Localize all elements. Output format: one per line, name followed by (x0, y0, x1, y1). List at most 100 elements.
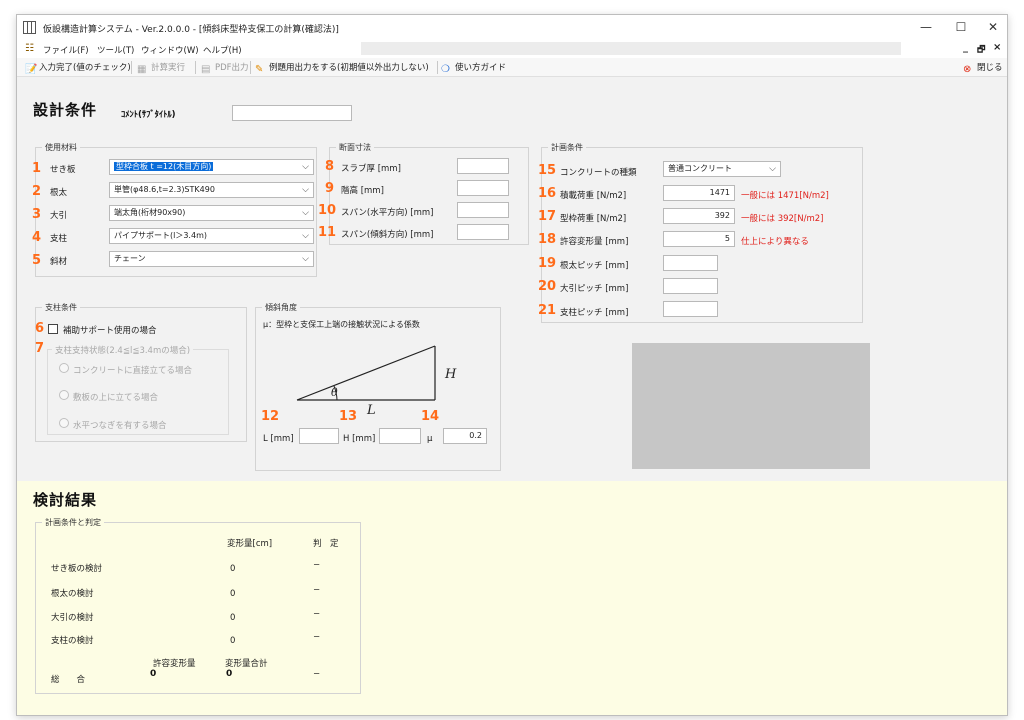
radio-horizontal-tie[interactable] (59, 418, 69, 428)
slope-title: 傾斜角度 (262, 302, 300, 313)
result-row-label: 支柱の検討 (51, 636, 94, 646)
close-window-button[interactable]: ✕ (973, 15, 1007, 40)
span-horizontal-input[interactable] (457, 202, 509, 218)
aux-support-checkbox[interactable] (48, 324, 58, 334)
plan-label: 型枠荷重 [N/m2] (560, 214, 627, 224)
pdf-output-button[interactable]: ▤ PDF出力 (201, 61, 249, 75)
chevron-down-icon: ⌵ (302, 208, 309, 218)
mdi-minimize-button[interactable]: _ (963, 42, 968, 53)
radio-on-plate[interactable] (59, 390, 69, 400)
l-mm-label: L [mm] (263, 434, 294, 444)
pencil-icon: ✎ (255, 64, 264, 75)
marker-15: 15 (538, 163, 557, 178)
floor-height-input[interactable] (457, 180, 509, 196)
menu-help[interactable]: ヘルプ(H) (203, 44, 242, 56)
plan-label: 根太ピッチ [mm] (560, 261, 629, 271)
support-select[interactable]: パイプサポート(l＞3.4m) ⌵ (109, 228, 314, 244)
marker-5: 5 (32, 253, 42, 268)
select-value: 単管(φ48.6,t=2.3)STK490 (114, 185, 215, 194)
marker-14: 14 (421, 409, 440, 424)
materials-title: 使用材料 (42, 142, 80, 153)
close-form-label: 閉じる (977, 63, 1003, 73)
section-label: 階高 [mm] (341, 186, 384, 196)
joist-pitch-input[interactable] (663, 255, 718, 271)
allow-deform-value: 0 (150, 669, 157, 679)
shuttering-board-select[interactable]: 型枠合板 t =12(木目方向) ⌵ (109, 159, 314, 175)
radio-concrete-direct[interactable] (59, 363, 69, 373)
input-done-button[interactable]: 📝 入力完了(値のチェック) (25, 61, 131, 75)
mdi-close-button[interactable]: × (993, 42, 1001, 53)
toolbar-separator (195, 61, 196, 74)
concrete-type-select[interactable]: 普通コンクリート ⌵ (663, 161, 781, 177)
toolbar-separator (437, 61, 438, 74)
title-bar: 仮設構造計算システム - Ver.2.0.0.0 - [傾斜床型枠支保工の計算(… (17, 15, 1007, 40)
section-label: スパン(水平方向) [mm] (341, 208, 434, 218)
marker-7: 7 (35, 341, 45, 356)
result-row-label: せき板の検討 (51, 564, 103, 574)
comment-input[interactable] (232, 105, 352, 121)
help-icon: ❍ (441, 64, 450, 75)
minimize-button[interactable]: — (906, 15, 946, 40)
result-row-judge: − (313, 632, 321, 642)
joist-select[interactable]: 単管(φ48.6,t=2.3)STK490 ⌵ (109, 182, 314, 198)
beam-pitch-input[interactable] (663, 278, 718, 294)
live-load-input[interactable]: 1471 (663, 185, 735, 201)
guide-label: 使い方ガイド (455, 63, 507, 73)
height-input[interactable] (379, 428, 421, 444)
mu-label: μ (427, 434, 433, 444)
result-row-value: 0 (230, 564, 236, 574)
slab-thickness-input[interactable] (457, 158, 509, 174)
close-circle-icon: ⊗ (963, 64, 972, 75)
beam-select[interactable]: 端太角(桁材90x90) ⌵ (109, 205, 314, 221)
mdi-child-icon[interactable]: ☷ (25, 43, 34, 54)
menu-file[interactable]: ファイル(F) (43, 44, 89, 56)
allowable-deform-note: 仕上により異なる (741, 237, 809, 247)
pdf-icon: ▤ (201, 64, 211, 75)
menu-tools[interactable]: ツール(T) (97, 44, 134, 56)
toolbar-separator (250, 61, 251, 74)
chevron-down-icon: ⌵ (302, 162, 309, 172)
live-load-note: 一般には 1471[N/m2] (741, 191, 829, 201)
calc-run-label: 計算実行 (151, 63, 186, 73)
marker-11: 11 (318, 225, 337, 240)
aux-support-label: 補助サポート使用の場合 (63, 326, 157, 336)
material-label: 根太 (50, 188, 68, 198)
allow-deform-label: 許容変形量 (153, 659, 196, 669)
length-input[interactable] (299, 428, 339, 444)
brace-select[interactable]: チェーン ⌵ (109, 251, 314, 267)
result-row-value: 0 (230, 613, 236, 623)
menu-blank-area (361, 42, 901, 55)
support-pitch-input[interactable] (663, 301, 718, 317)
mu-input[interactable]: 0.2 (443, 428, 487, 444)
result-row-value: 0 (230, 636, 236, 646)
pdf-output-label: PDF出力 (215, 63, 249, 73)
app-window: 仮設構造計算システム - Ver.2.0.0.0 - [傾斜床型枠支保工の計算(… (16, 14, 1008, 716)
marker-21: 21 (538, 303, 557, 318)
section-title: 断面寸法 (336, 142, 374, 153)
example-output-button[interactable]: ✎ 例題用出力をする(初期値以外出力しない) (255, 61, 429, 75)
result-row-judge: − (313, 585, 321, 595)
close-form-button[interactable]: ⊗ 閉じる (963, 61, 1003, 75)
results-group-title: 計画条件と判定 (42, 517, 104, 528)
input-done-label: 入力完了(値のチェック) (39, 63, 131, 73)
select-value: チェーン (114, 254, 146, 263)
menu-window[interactable]: ウィンドウ(W) (141, 44, 199, 56)
plan-label: 大引ピッチ [mm] (560, 284, 629, 294)
h-mm-label: H [mm] (343, 434, 376, 444)
window-title: 仮設構造計算システム - Ver.2.0.0.0 - [傾斜床型枠支保工の計算(… (43, 25, 339, 35)
allowable-deform-input[interactable]: 5 (663, 231, 735, 247)
span-slope-input[interactable] (457, 224, 509, 240)
design-conditions-area: 設計条件 ｺﾒﾝﾄ(ｻﾌﾞﾀｲﾄﾙ) 使用材料 1 せき板 型枠合板 t =12… (17, 77, 1007, 481)
sum-deform-value: 0 (226, 669, 233, 679)
menu-bar: ☷ ファイル(F) ツール(T) ウィンドウ(W) ヘルプ(H) _ 🗗 × (17, 40, 1007, 58)
material-label: 大引 (50, 211, 68, 221)
guide-button[interactable]: ❍ 使い方ガイド (441, 61, 507, 75)
form-load-note: 一般には 392[N/m2] (741, 214, 824, 224)
mdi-restore-button[interactable]: 🗗 (977, 42, 985, 58)
marker-17: 17 (538, 209, 557, 224)
chevron-down-icon: ⌵ (302, 231, 309, 241)
calc-run-button[interactable]: ▦ 計算実行 (137, 61, 186, 75)
toolbar-separator (131, 61, 132, 74)
form-load-input[interactable]: 392 (663, 208, 735, 224)
result-row-judge: − (313, 609, 321, 619)
